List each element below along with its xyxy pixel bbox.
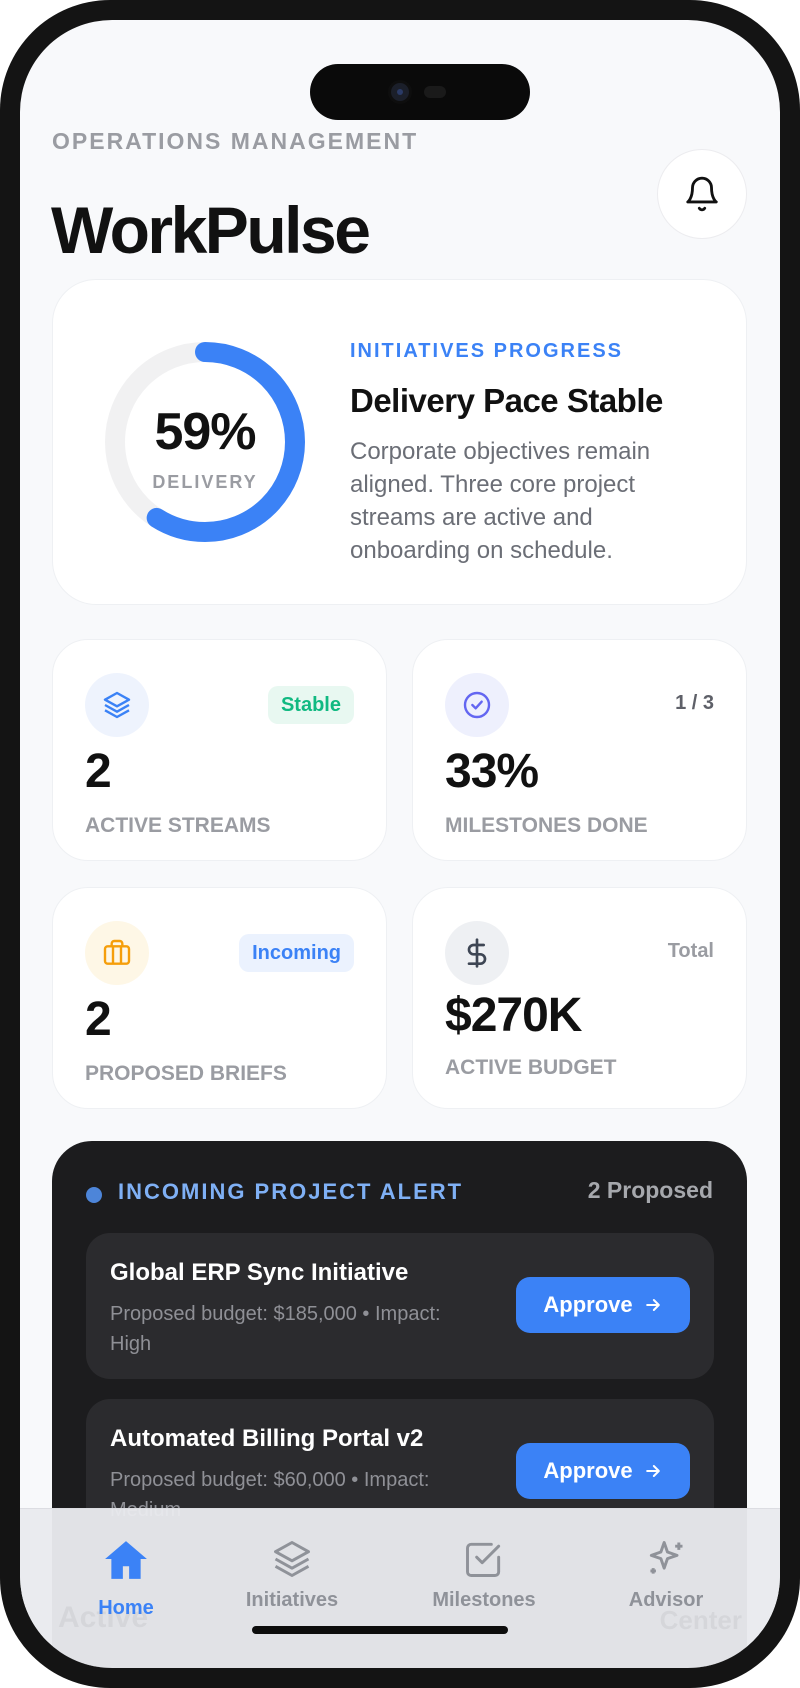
proposal-item[interactable]: Global ERP Sync Initiative Proposed budg… bbox=[86, 1233, 714, 1379]
sensor bbox=[424, 86, 446, 98]
delivery-progress-card: 59% DELIVERY INITIATIVES PROGRESS Delive… bbox=[52, 279, 747, 605]
stat-label: MILESTONES DONE bbox=[445, 814, 648, 837]
dynamic-island bbox=[310, 64, 530, 120]
arrow-right-icon bbox=[645, 1299, 660, 1311]
proposal-name: Automated Billing Portal v2 bbox=[110, 1425, 424, 1452]
page-eyebrow: OPERATIONS MANAGEMENT bbox=[52, 128, 419, 154]
status-badge: Stable bbox=[267, 686, 354, 724]
tab-label: Milestones bbox=[432, 1589, 536, 1611]
sparkles-icon bbox=[649, 1541, 683, 1574]
approve-button[interactable]: Approve bbox=[516, 1277, 690, 1333]
progress-percent: 59% bbox=[154, 403, 256, 461]
check-circle-icon bbox=[445, 673, 509, 737]
stat-card-proposed-briefs[interactable]: Incoming 2 PROPOSED BRIEFS bbox=[52, 887, 387, 1109]
status-badge: Incoming bbox=[239, 934, 354, 972]
approve-label: Approve bbox=[543, 1292, 633, 1317]
stat-card-active-streams[interactable]: Stable 2 ACTIVE STREAMS bbox=[52, 639, 387, 861]
stat-label: PROPOSED BRIEFS bbox=[85, 1062, 287, 1085]
tab-label: Initiatives bbox=[245, 1589, 339, 1611]
briefcase-icon bbox=[85, 921, 149, 985]
tab-advisor[interactable]: Advisor bbox=[586, 1537, 746, 1612]
tab-label: Advisor bbox=[628, 1589, 704, 1611]
budget-tag: Total bbox=[667, 940, 714, 962]
stat-value: $270K bbox=[445, 989, 582, 1042]
app-screen: OPERATIONS MANAGEMENT WorkPulse 59% DELI… bbox=[20, 20, 780, 1668]
stat-value: 2 bbox=[85, 745, 112, 798]
card-description: Corporate objectives remain aligned. Thr… bbox=[350, 438, 651, 564]
camera-icon bbox=[388, 80, 412, 104]
milestone-fraction: 1 / 3 bbox=[675, 692, 714, 714]
stat-card-active-budget[interactable]: Total $270K ACTIVE BUDGET bbox=[412, 887, 747, 1109]
bell-icon bbox=[686, 176, 718, 212]
card-eyebrow: INITIATIVES PROGRESS bbox=[350, 340, 623, 362]
progress-label: DELIVERY bbox=[152, 472, 258, 492]
tab-label: Home bbox=[98, 1597, 154, 1619]
proposal-meta: Proposed budget: $185,000 • Impact: High bbox=[110, 1303, 441, 1355]
home-indicator[interactable] bbox=[252, 1626, 508, 1634]
arrow-right-icon bbox=[645, 1465, 660, 1477]
alert-dot-icon bbox=[86, 1187, 102, 1203]
tab-milestones[interactable]: Milestones bbox=[404, 1537, 564, 1612]
card-title: Delivery Pace Stable bbox=[350, 382, 663, 419]
stat-value: 33% bbox=[445, 745, 539, 798]
checkbox-icon bbox=[466, 1542, 501, 1577]
stat-card-milestones[interactable]: 1 / 3 33% MILESTONES DONE bbox=[412, 639, 747, 861]
layers-icon bbox=[85, 673, 149, 737]
stat-label: ACTIVE STREAMS bbox=[85, 814, 271, 837]
tab-initiatives[interactable]: Initiatives bbox=[212, 1537, 372, 1612]
dollar-icon bbox=[445, 921, 509, 985]
alert-title: INCOMING PROJECT ALERT bbox=[118, 1179, 464, 1204]
home-icon bbox=[105, 1541, 147, 1579]
notifications-button[interactable] bbox=[657, 149, 747, 239]
bottom-tab-bar: Active Center Home Initiatives Milestone… bbox=[20, 1508, 780, 1668]
stat-value: 2 bbox=[85, 993, 112, 1046]
layers-icon bbox=[274, 1541, 310, 1577]
tab-home[interactable]: Home bbox=[46, 1537, 206, 1620]
approve-button[interactable]: Approve bbox=[516, 1443, 690, 1499]
stat-label: ACTIVE BUDGET bbox=[445, 1056, 617, 1079]
proposal-name: Global ERP Sync Initiative bbox=[110, 1259, 409, 1286]
page-title: WorkPulse bbox=[51, 193, 371, 267]
approve-label: Approve bbox=[543, 1458, 633, 1483]
alert-count: 2 Proposed bbox=[587, 1177, 713, 1203]
